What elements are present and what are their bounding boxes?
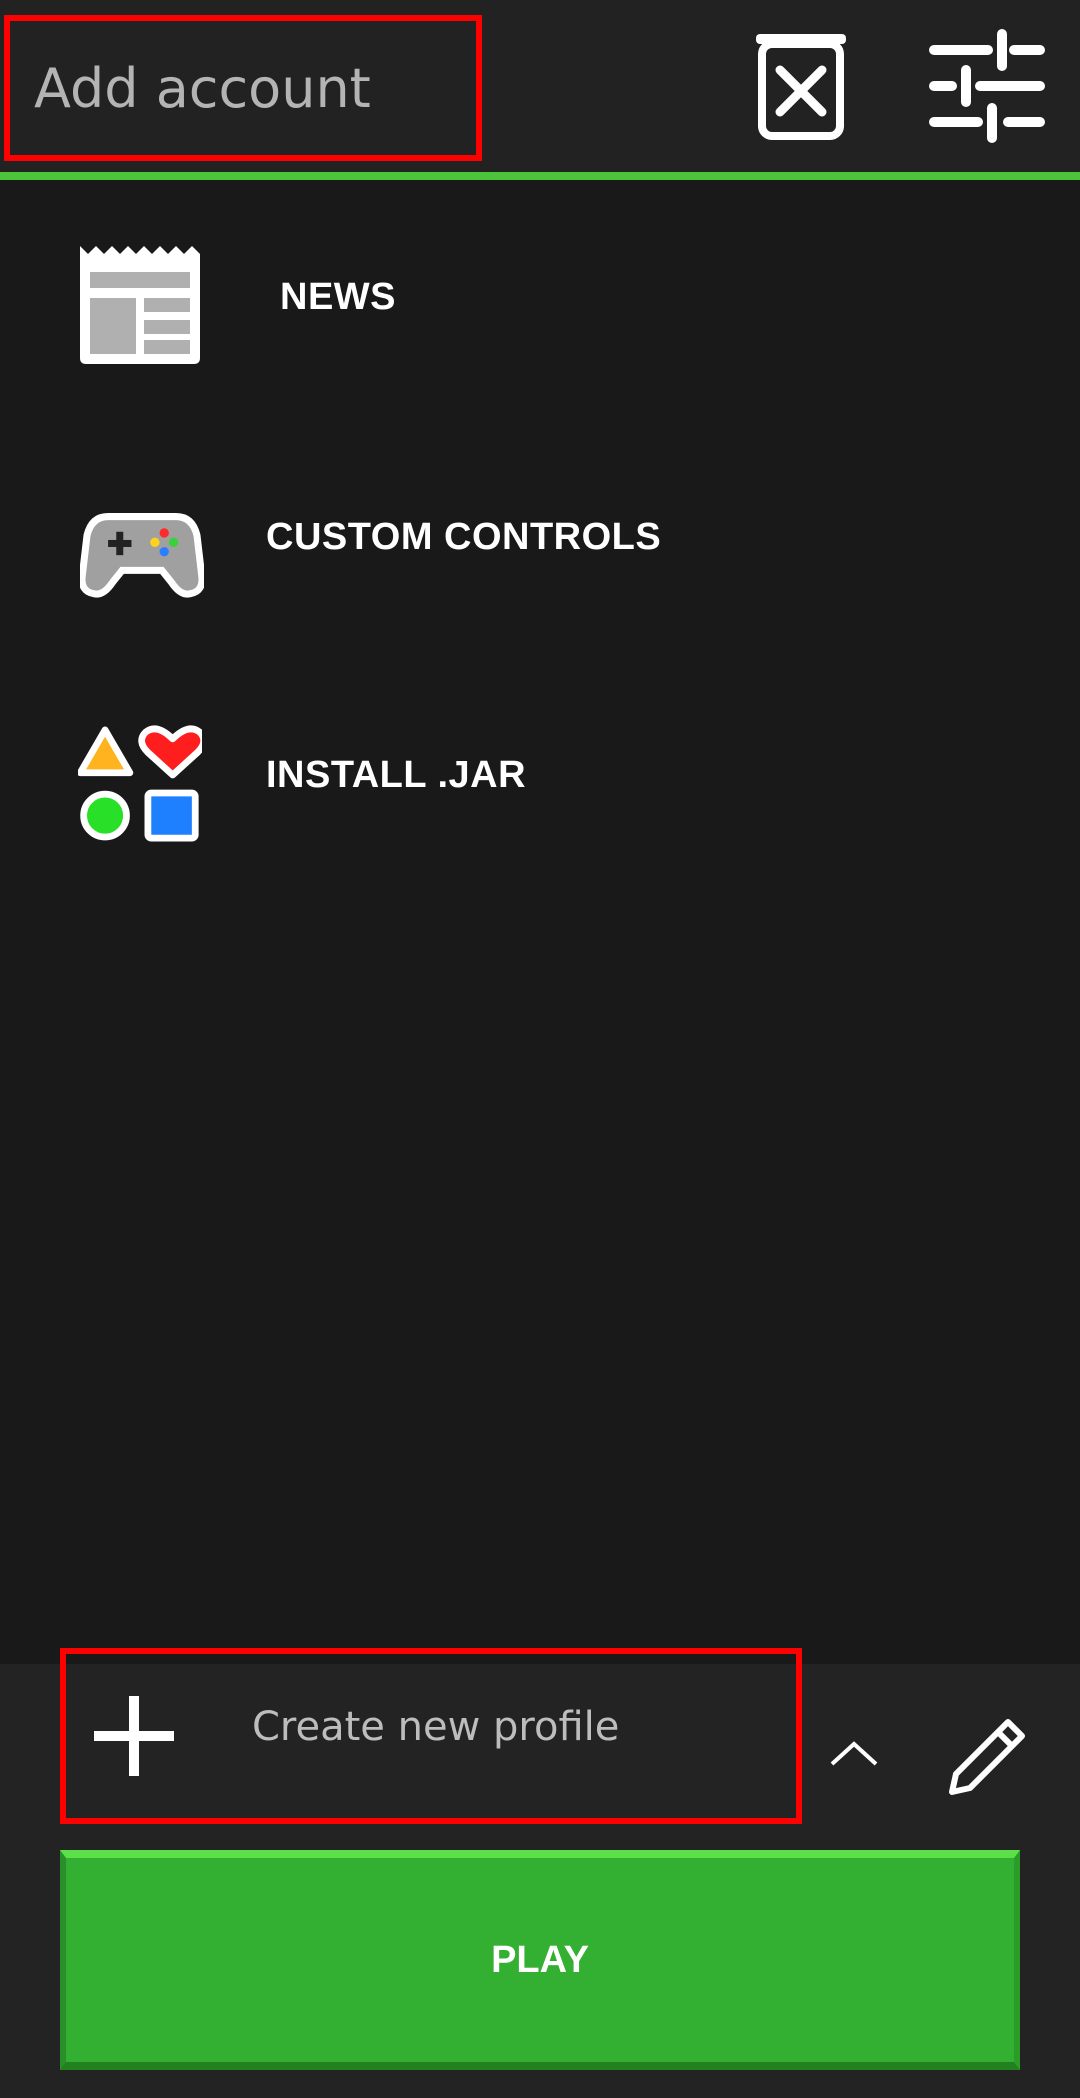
menu-item-install-jar[interactable]: INSTALL .JAR <box>0 668 1080 888</box>
chevron-up-icon <box>830 1741 878 1766</box>
top-bar-divider <box>0 172 1080 180</box>
delete-account-button[interactable] <box>748 30 854 140</box>
newspaper-icon <box>80 246 200 364</box>
menu-item-custom-controls-label: CUSTOM CONTROLS <box>266 516 662 558</box>
pencil-icon <box>949 1719 1025 1795</box>
gamepad-icon <box>80 513 204 598</box>
menu-item-custom-controls[interactable]: CUSTOM CONTROLS <box>0 430 1080 650</box>
launcher-screen: Add account NEWS CUSTOM CONTROLS INSTALL… <box>0 0 1080 2098</box>
menu-item-news-label: NEWS <box>280 276 396 318</box>
profile-selector[interactable]: Create new profile <box>60 1648 802 1824</box>
account-selector[interactable]: Add account <box>4 15 482 161</box>
play-button-label: PLAY <box>491 1938 589 1981</box>
plus-icon <box>94 1696 174 1776</box>
sliders-icon <box>929 29 1045 143</box>
settings-button[interactable] <box>928 28 1046 144</box>
play-button[interactable]: PLAY <box>60 1850 1020 2070</box>
shapes-icon <box>78 725 202 842</box>
menu-item-news[interactable]: NEWS <box>0 190 1080 410</box>
edit-profile-button[interactable] <box>946 1716 1028 1798</box>
expand-profiles-button[interactable] <box>826 1736 882 1770</box>
menu-item-install-jar-label: INSTALL .JAR <box>266 754 527 796</box>
delete-clipboard-icon <box>756 34 846 140</box>
account-selector-label: Add account <box>34 56 371 120</box>
profile-selector-label: Create new profile <box>252 1704 620 1750</box>
